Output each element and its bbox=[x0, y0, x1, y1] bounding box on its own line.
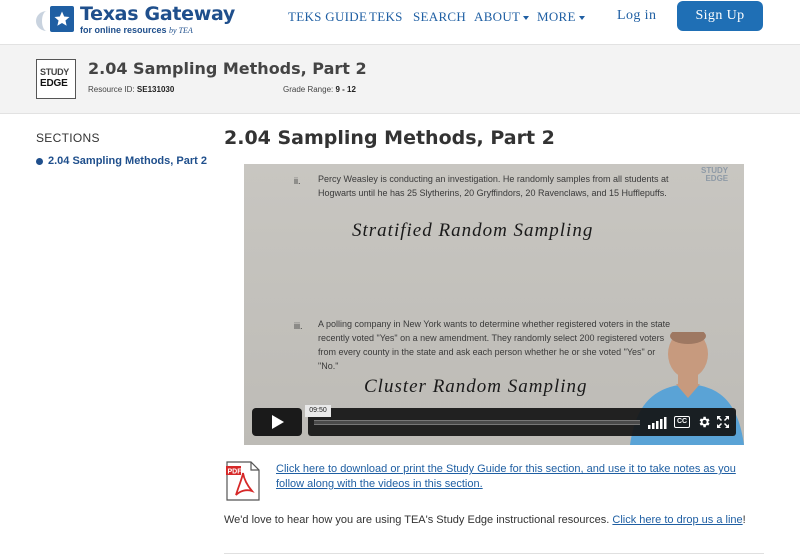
svg-text:PDF: PDF bbox=[228, 469, 243, 476]
signup-button[interactable]: Sign Up bbox=[677, 1, 763, 31]
study-edge-logo: STUDY EDGE bbox=[36, 59, 76, 99]
question-number: iii. bbox=[294, 321, 303, 331]
chevron-down-icon bbox=[523, 16, 530, 21]
sections-heading: SECTIONS bbox=[36, 131, 100, 145]
handwritten-answer: Cluster Random Sampling bbox=[364, 376, 588, 397]
resource-banner: STUDY EDGE 2.04 Sampling Methods, Part 2… bbox=[0, 44, 800, 114]
nav-teks-guide[interactable]: TEKS GUIDE bbox=[288, 9, 367, 25]
fullscreen-icon[interactable] bbox=[717, 416, 729, 428]
nav-search[interactable]: SEARCH bbox=[413, 9, 466, 25]
study-guide-download-link[interactable]: Click here to download or print the Stud… bbox=[276, 462, 766, 492]
resource-title: 2.04 Sampling Methods, Part 2 bbox=[88, 59, 367, 78]
handwritten-answer: Stratified Random Sampling bbox=[352, 220, 594, 241]
star-icon bbox=[50, 6, 74, 32]
divider bbox=[224, 553, 764, 554]
page-title: 2.04 Sampling Methods, Part 2 bbox=[224, 127, 555, 149]
play-icon bbox=[272, 415, 284, 429]
progress-bar[interactable] bbox=[314, 420, 640, 425]
question-text: Percy Weasley is conducting an investiga… bbox=[318, 174, 669, 198]
nav-about[interactable]: ABOUT bbox=[474, 9, 530, 25]
grade-range: Grade Range: 9 - 12 bbox=[283, 85, 356, 94]
section-link[interactable]: 2.04 Sampling Methods, Part 2 bbox=[36, 155, 207, 167]
logo-title: Texas Gateway bbox=[80, 3, 235, 25]
control-bar: CC bbox=[308, 408, 736, 436]
closed-captions-button[interactable]: CC bbox=[674, 416, 690, 428]
play-button[interactable] bbox=[252, 408, 302, 436]
nav-more[interactable]: MORE bbox=[537, 9, 585, 25]
logo-subtitle: for online resources by TEA bbox=[80, 25, 193, 35]
top-header: Texas Gateway for online resources by TE… bbox=[0, 0, 800, 44]
resource-id: Resource ID: SE131030 bbox=[88, 85, 175, 94]
video-time: 09:50 bbox=[305, 405, 331, 417]
bullet-icon bbox=[36, 157, 43, 165]
login-link[interactable]: Log in bbox=[617, 8, 656, 24]
study-edge-watermark: STUDY EDGE bbox=[701, 166, 729, 183]
question-number: ii. bbox=[294, 176, 301, 186]
pdf-icon[interactable]: PDF bbox=[226, 461, 260, 501]
settings-gear-icon[interactable] bbox=[697, 415, 711, 429]
feedback-text: We'd love to hear how you are using TEA'… bbox=[224, 514, 746, 526]
video-player[interactable]: STUDY EDGE ii. Percy Weasley is conductin… bbox=[244, 164, 744, 445]
question-text: A polling company in New York wants to d… bbox=[318, 319, 671, 371]
feedback-link[interactable]: Click here to drop us a line bbox=[612, 514, 742, 526]
chevron-down-icon bbox=[578, 16, 585, 21]
nav-teks[interactable]: TEKS bbox=[369, 9, 403, 25]
volume-icon[interactable] bbox=[648, 417, 668, 429]
